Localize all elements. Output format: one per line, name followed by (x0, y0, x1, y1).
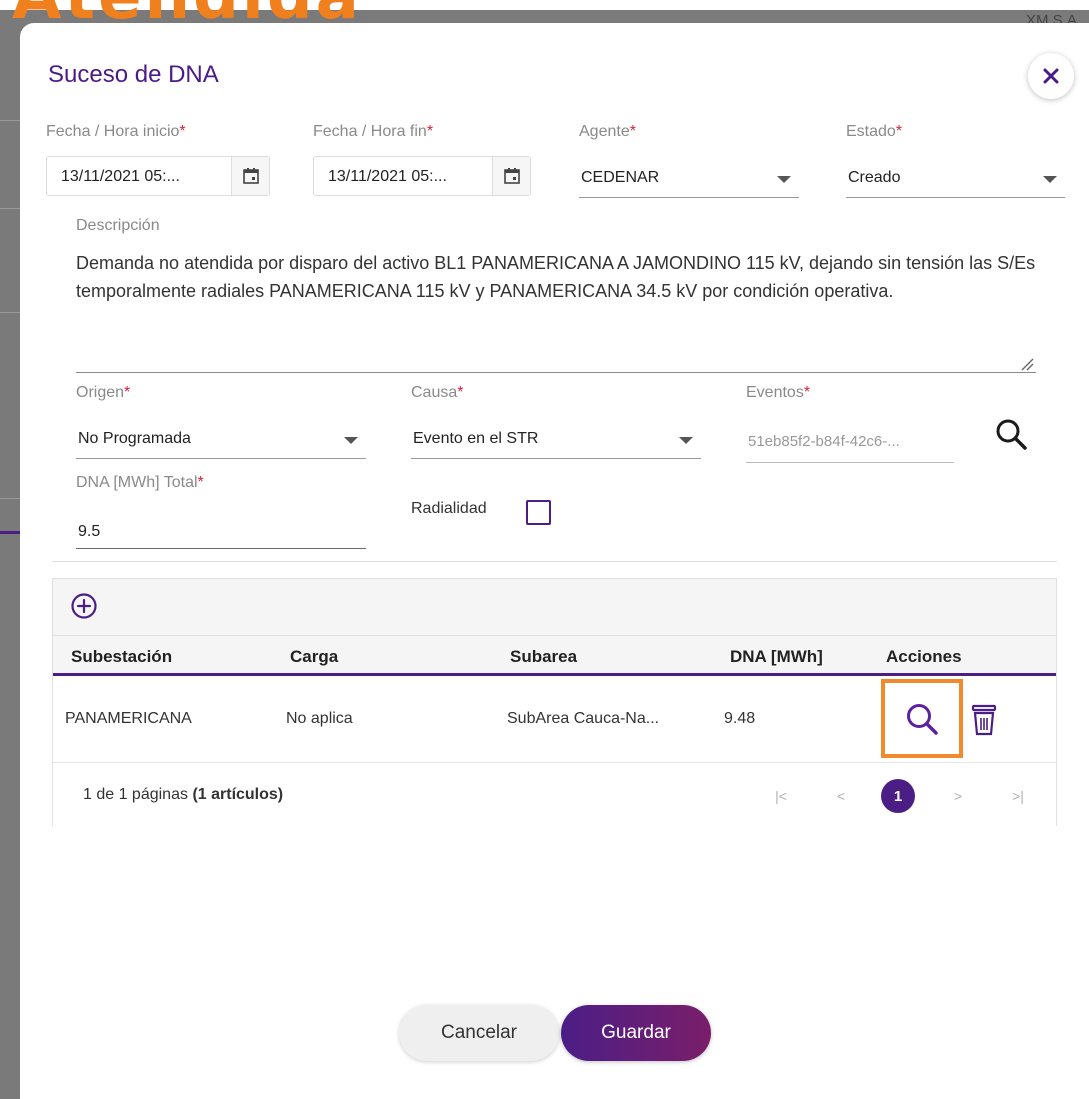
table-row: PANAMERICANA No aplica SubArea Cauca-Na.… (53, 679, 1056, 763)
modal-title: Suceso de DNA (48, 61, 219, 88)
agente-value: CEDENAR (581, 169, 660, 186)
radialidad-label: Radialidad (411, 500, 487, 517)
descripcion-textarea[interactable]: Demanda no atendida por disparo del acti… (76, 249, 1046, 305)
add-circle-icon (71, 593, 97, 619)
estado-select[interactable]: Creado (846, 158, 1065, 198)
agente-select[interactable]: CEDENAR (579, 158, 799, 198)
descripcion-label: Descripción (76, 217, 160, 234)
estado-label: Estado* (846, 123, 903, 140)
background-divider (0, 120, 20, 121)
chevron-down-icon (1043, 176, 1057, 183)
background-divider (0, 498, 20, 499)
column-header-dna[interactable]: DNA [MWh] (730, 647, 823, 667)
dna-total-input[interactable]: 9.5 (76, 507, 366, 549)
search-icon (996, 419, 1027, 450)
cell-subestacion: PANAMERICANA (65, 710, 192, 727)
grid-toolbar (53, 579, 1056, 636)
causa-select[interactable]: Evento en el STR (411, 419, 701, 459)
fecha-fin-label: Fecha / Hora fin* (313, 123, 434, 140)
cell-carga: No aplica (286, 710, 353, 727)
prev-page-button[interactable]: < (829, 784, 853, 808)
next-page-button[interactable]: > (946, 784, 970, 808)
save-button[interactable]: Guardar (561, 1005, 711, 1061)
trash-icon (971, 704, 997, 736)
grid-header: Subestación Carga Subarea DNA [MWh] Acci… (53, 636, 1056, 676)
causa-label: Causa* (411, 384, 464, 401)
row-delete-button[interactable] (969, 701, 999, 739)
chevron-down-icon (679, 437, 693, 444)
radialidad-checkbox[interactable] (526, 500, 551, 525)
dna-total-label: DNA [MWh] Total* (76, 474, 204, 491)
fecha-inicio-calendar-button[interactable] (231, 157, 269, 195)
fecha-fin-calendar-button[interactable] (492, 157, 530, 195)
causa-value: Evento en el STR (413, 430, 539, 447)
fecha-fin-value: 13/11/2021 05:... (328, 168, 447, 185)
calendar-icon (242, 168, 259, 184)
column-header-subarea[interactable]: Subarea (510, 647, 577, 667)
last-page-button[interactable]: >| (1006, 784, 1030, 808)
background-divider (0, 208, 20, 209)
add-row-button[interactable] (67, 589, 101, 623)
fecha-fin-input[interactable]: 13/11/2021 05:... (313, 156, 531, 196)
cell-subarea: SubArea Cauca-Na... (507, 710, 660, 727)
agente-label: Agente* (579, 123, 636, 140)
fecha-inicio-value: 13/11/2021 05:... (61, 168, 180, 185)
origen-value: No Programada (78, 430, 191, 447)
fecha-inicio-input[interactable]: 13/11/2021 05:... (46, 156, 270, 196)
eventos-value: 51eb85f2-b84f-42c6-... (748, 433, 900, 450)
eventos-label: Eventos* (746, 384, 811, 401)
cell-dna: 9.48 (724, 710, 756, 727)
origen-select[interactable]: No Programada (76, 419, 366, 459)
column-header-acciones: Acciones (886, 647, 962, 666)
chevron-down-icon (344, 437, 358, 444)
pager-summary: 1 de 1 páginas (1 artículos) (83, 786, 284, 803)
descripcion-underline (76, 372, 1036, 373)
background-divider (0, 312, 20, 313)
eventos-input[interactable]: 51eb85f2-b84f-42c6-... (746, 421, 954, 463)
dna-total-value: 9.5 (78, 523, 101, 540)
cancel-button[interactable]: Cancelar (399, 1005, 559, 1061)
close-icon (1043, 68, 1059, 84)
first-page-button[interactable]: |< (769, 784, 793, 808)
background-accent-line (0, 531, 20, 534)
fecha-inicio-label: Fecha / Hora inicio* (46, 123, 186, 140)
eventos-search-button[interactable] (988, 411, 1034, 457)
substation-grid: Subestación Carga Subarea DNA [MWh] Acci… (52, 578, 1057, 826)
column-header-carga[interactable]: Carga (290, 647, 338, 667)
calendar-icon (503, 168, 520, 184)
chevron-down-icon (777, 176, 791, 183)
estado-value: Creado (848, 169, 901, 186)
resize-grip-icon[interactable] (1020, 357, 1034, 371)
section-divider (52, 561, 1057, 562)
dna-event-modal: Suceso de DNA Fecha / Hora inicio* Fecha… (20, 23, 1089, 1099)
origen-label: Origen* (76, 384, 131, 401)
grid-pager: 1 de 1 páginas (1 artículos) |< < 1 > >| (53, 764, 1056, 826)
search-icon (907, 703, 938, 735)
row-view-button[interactable] (881, 679, 963, 758)
page-1-button[interactable]: 1 (881, 779, 915, 813)
close-button[interactable] (1028, 53, 1074, 99)
column-header-subestacion[interactable]: Subestación (71, 647, 172, 667)
